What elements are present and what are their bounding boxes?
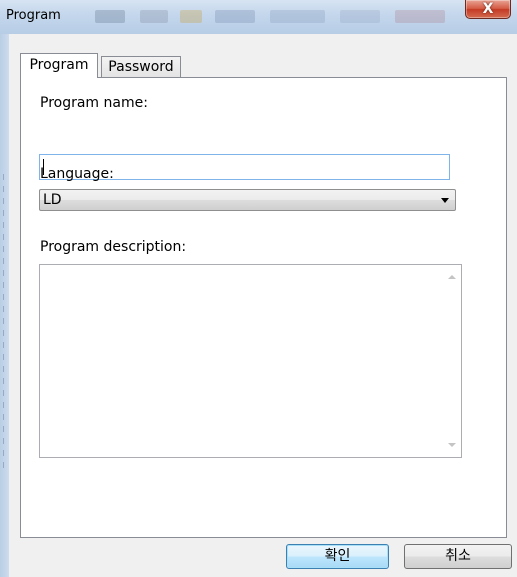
dropdown-arrow-icon: [441, 198, 449, 203]
window-left-border: [0, 34, 9, 577]
ok-button[interactable]: 확인: [286, 544, 389, 569]
program-dialog: Program X Program Password Program name:…: [0, 0, 517, 577]
close-button[interactable]: X: [465, 0, 511, 19]
scroll-down-arrow-icon[interactable]: [448, 443, 456, 447]
window-title: Program: [6, 8, 61, 23]
language-selected-value: LD: [43, 192, 62, 208]
cancel-button[interactable]: 취소: [404, 544, 512, 569]
scroll-up-arrow-icon[interactable]: [448, 275, 456, 279]
language-select[interactable]: LD: [39, 189, 456, 211]
program-description-label: Program description:: [40, 239, 187, 255]
title-bar[interactable]: Program X: [0, 0, 517, 34]
dialog-client-area: Program Password Program name: Language:…: [9, 34, 517, 577]
description-scrollbar[interactable]: [444, 265, 461, 457]
close-x-icon: X: [482, 1, 494, 17]
tab-program[interactable]: Program: [20, 53, 98, 78]
program-description-textarea[interactable]: [39, 264, 462, 458]
tab-password[interactable]: Password: [101, 56, 181, 78]
program-name-label: Program name:: [40, 95, 148, 111]
language-label: Language:: [40, 166, 114, 182]
